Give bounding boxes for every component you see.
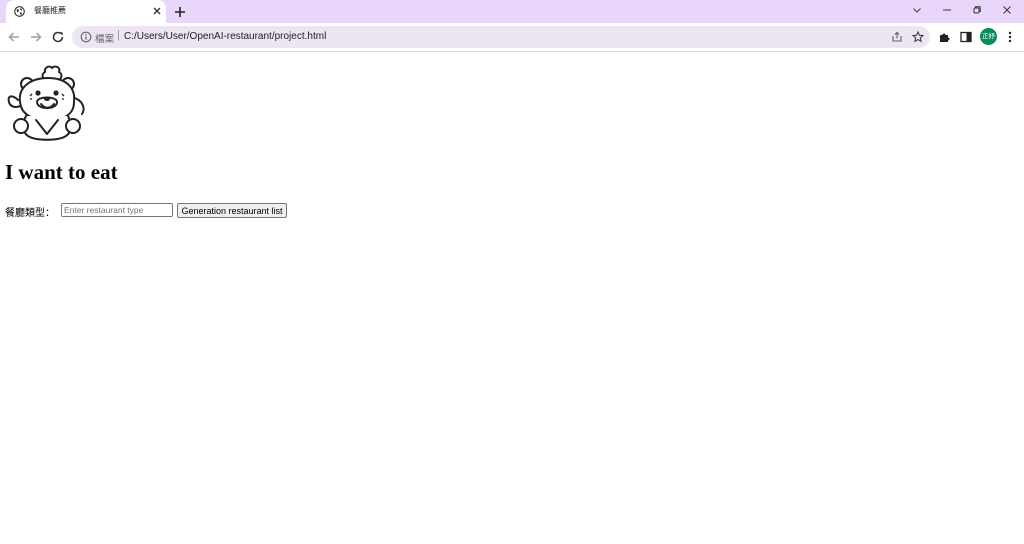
- kebab-menu-icon[interactable]: [1003, 30, 1017, 44]
- generate-list-button[interactable]: Generation restaurant list: [177, 203, 287, 218]
- side-panel-icon[interactable]: [959, 30, 973, 44]
- bookmark-star-icon[interactable]: [912, 31, 924, 43]
- chef-bear-icon: [7, 65, 85, 141]
- address-bar[interactable]: 檔案 | C:/Users/User/OpenAI-restaurant/pro…: [72, 26, 930, 48]
- close-icon: [1003, 6, 1011, 14]
- page-content: I want to eat 餐廳類型： Generation restauran…: [0, 52, 1024, 544]
- restaurant-type-label: 餐廳類型：: [5, 208, 55, 219]
- tab-active[interactable]: 餐廳推薦: [6, 0, 166, 23]
- globe-icon: [14, 6, 25, 17]
- profile-avatar[interactable]: 正妤: [980, 28, 997, 45]
- share-icon[interactable]: [891, 31, 903, 43]
- tab-strip: 餐廳推薦: [0, 0, 1024, 23]
- close-tab-icon[interactable]: [150, 4, 164, 18]
- back-arrow-icon[interactable]: [6, 29, 22, 45]
- restore-button[interactable]: [962, 0, 992, 22]
- page-title: I want to eat: [5, 160, 118, 184]
- minimize-icon: [943, 9, 951, 11]
- close-window-button[interactable]: [992, 0, 1022, 22]
- new-tab-icon[interactable]: [172, 4, 188, 20]
- chevron-down-icon: [913, 8, 921, 13]
- extensions-puzzle-icon[interactable]: [938, 30, 952, 44]
- browser-toolbar: 檔案 | C:/Users/User/OpenAI-restaurant/pro…: [0, 23, 1024, 52]
- omnibox-divider: |: [117, 29, 120, 41]
- reload-icon[interactable]: [50, 29, 66, 45]
- tab-title: 餐廳推薦: [34, 6, 66, 15]
- info-icon[interactable]: [80, 31, 92, 43]
- forward-arrow-icon[interactable]: [28, 29, 44, 45]
- minimize-button[interactable]: [932, 0, 962, 22]
- scheme-label: 檔案: [95, 34, 115, 45]
- tab-search-button[interactable]: [902, 0, 932, 22]
- restaurant-type-input[interactable]: [61, 203, 173, 217]
- restore-icon: [973, 6, 981, 14]
- url-text[interactable]: C:/Users/User/OpenAI-restaurant/project.…: [124, 31, 326, 42]
